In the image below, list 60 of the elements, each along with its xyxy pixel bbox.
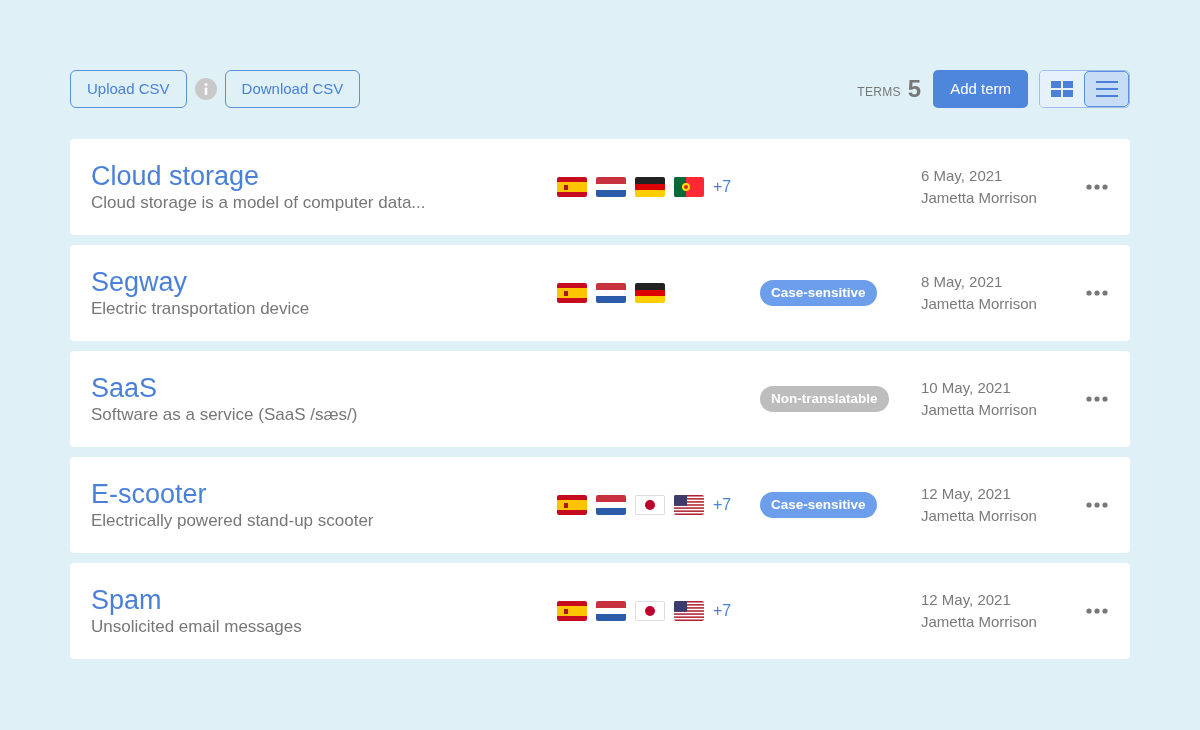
- term-card[interactable]: Cloud storage Cloud storage is a model of computer data... +7 6 May, 2021 Jametta Morrison: [70, 139, 1130, 235]
- terms-label: TERMS: [857, 84, 901, 101]
- germany-flag-icon: [635, 177, 665, 197]
- upload-csv-button[interactable]: Upload CSV: [70, 70, 187, 108]
- terms-count: 5: [907, 74, 922, 104]
- germany-flag-icon: [635, 283, 665, 303]
- download-csv-button[interactable]: Download CSV: [224, 70, 361, 108]
- term-author: Jametta Morrison: [921, 188, 1038, 208]
- term-title: E-scooter: [91, 478, 208, 510]
- term-card[interactable]: E-scooter Electrically powered stand-up scooter +7 Case-sensitive 12 May, 2021 Jametta Morrison: [70, 457, 1130, 553]
- term-description: Software as a service (SaaS /sæs/): [91, 404, 359, 426]
- add-term-button[interactable]: Add term: [933, 70, 1028, 108]
- list-icon: [1095, 81, 1118, 97]
- term-author: Jametta Morrison: [921, 294, 1038, 314]
- term-date: 12 May, 2021: [921, 590, 1012, 610]
- term-date: 10 May, 2021: [921, 378, 1012, 398]
- spain-flag-icon: [557, 495, 587, 515]
- japan-flag-icon: [635, 495, 665, 515]
- term-title: Spam: [91, 584, 163, 616]
- term-card[interactable]: Spam Unsolicited email messages +7 12 May, 2021 Jametta Morrison: [70, 563, 1130, 659]
- spain-flag-icon: [557, 177, 587, 197]
- more-options-icon[interactable]: [1086, 502, 1108, 508]
- term-tag: Case-sensitive: [760, 492, 877, 518]
- term-description: Electric transportation device: [91, 298, 311, 320]
- grid-icon: [1051, 81, 1073, 97]
- view-toggle[interactable]: [1084, 71, 1129, 107]
- term-card[interactable]: Segway Electric transportation device Case-sensitive 8 May, 2021 Jametta Morrison: [70, 245, 1130, 341]
- view-toggle[interactable]: [1040, 71, 1084, 107]
- netherlands-flag-icon: [596, 601, 626, 621]
- japan-flag-icon: [635, 601, 665, 621]
- term-card[interactable]: SaaS Software as a service (SaaS /sæs/) Non-translatable 10 May, 2021 Jametta Morrison: [70, 351, 1130, 447]
- term-author: Jametta Morrison: [921, 506, 1038, 526]
- netherlands-flag-icon: [596, 495, 626, 515]
- more-options-icon[interactable]: [1086, 290, 1108, 296]
- more-options-icon[interactable]: [1086, 396, 1108, 402]
- term-title: Cloud storage: [91, 160, 261, 192]
- netherlands-flag-icon: [596, 177, 626, 197]
- term-tag: Case-sensitive: [760, 280, 877, 306]
- term-author: Jametta Morrison: [921, 400, 1038, 420]
- spain-flag-icon: [557, 601, 587, 621]
- term-description: Unsolicited email messages: [91, 616, 303, 638]
- more-languages-count[interactable]: +7: [713, 599, 732, 623]
- spain-flag-icon: [557, 283, 587, 303]
- term-author: Jametta Morrison: [921, 612, 1038, 632]
- more-options-icon[interactable]: [1086, 184, 1108, 190]
- term-date: 8 May, 2021: [921, 272, 1004, 292]
- more-options-icon[interactable]: [1086, 608, 1108, 614]
- term-title: Segway: [91, 266, 189, 298]
- usa-flag-icon: [674, 601, 704, 621]
- more-languages-count[interactable]: +7: [713, 175, 732, 199]
- term-tag: Non-translatable: [760, 386, 889, 412]
- more-languages-count[interactable]: +7: [713, 493, 732, 517]
- portugal-flag-icon: [674, 177, 704, 197]
- term-description: Cloud storage is a model of computer data...: [91, 192, 427, 214]
- usa-flag-icon: [674, 495, 704, 515]
- term-date: 6 May, 2021: [921, 166, 1004, 186]
- netherlands-flag-icon: [596, 283, 626, 303]
- term-date: 12 May, 2021: [921, 484, 1012, 504]
- term-description: Electrically powered stand-up scooter: [91, 510, 375, 532]
- term-title: SaaS: [91, 372, 159, 404]
